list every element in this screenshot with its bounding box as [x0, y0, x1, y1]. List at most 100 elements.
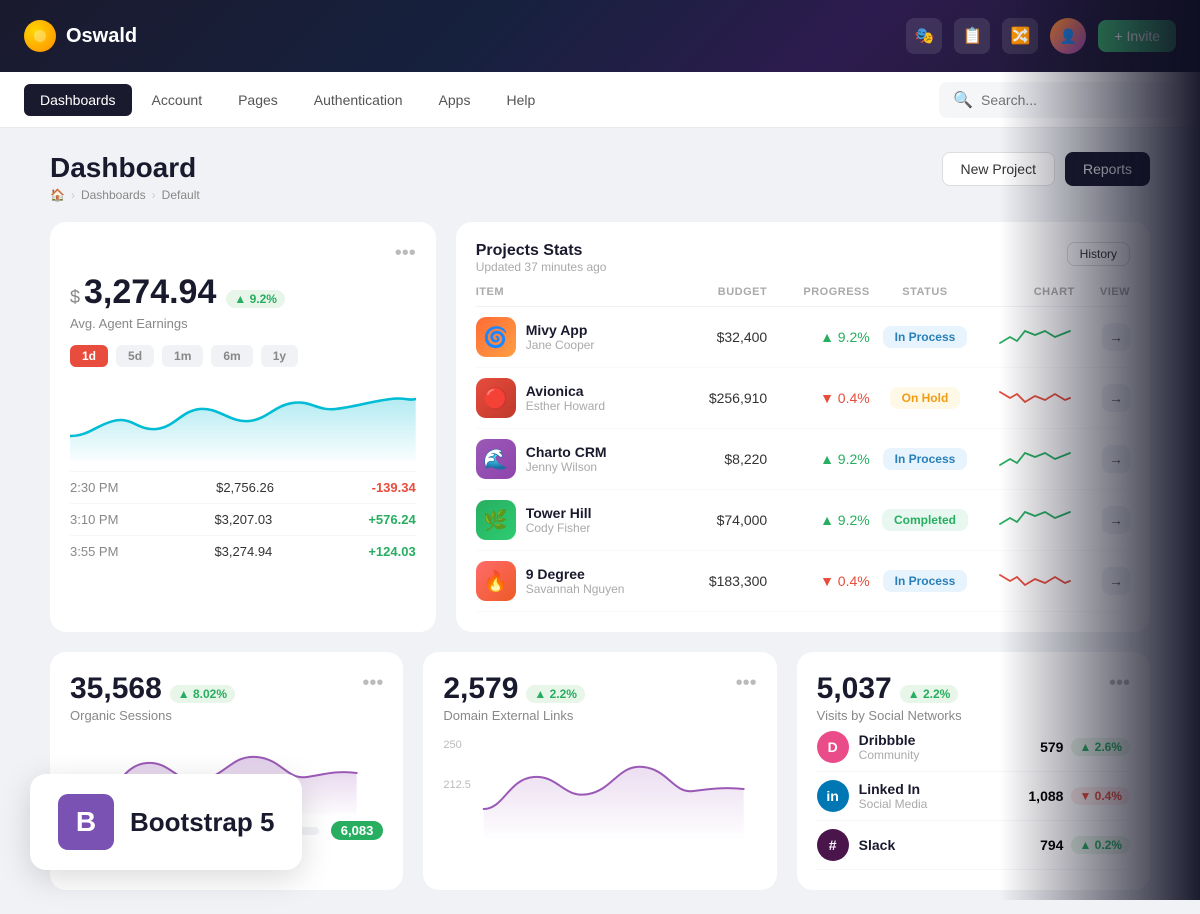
- reports-button[interactable]: Reports: [1065, 152, 1150, 186]
- earnings-badge: ▲ 9.2%: [226, 290, 285, 308]
- col-progress: PROGRESS: [775, 286, 870, 298]
- status-badge-9degree: In Process: [883, 570, 968, 592]
- dribbble-icon: D: [817, 731, 849, 763]
- earnings-menu-button[interactable]: •••: [395, 242, 416, 265]
- bootstrap5-label: Bootstrap 5: [130, 807, 274, 838]
- social-number: 5,037: [817, 672, 892, 706]
- organic-sessions-number: 35,568: [70, 672, 162, 706]
- mini-chart-9degree: [980, 567, 1075, 595]
- table-header: ITEM BUDGET PROGRESS STATUS CHART VIEW: [476, 278, 1130, 307]
- time-filter-1y[interactable]: 1y: [261, 345, 298, 367]
- linkedin-icon: in: [817, 780, 849, 812]
- col-chart: CHART: [980, 286, 1075, 298]
- nav-item-dashboards[interactable]: Dashboards: [24, 84, 132, 116]
- home-icon: 🏠: [50, 188, 65, 202]
- search-area: 🔍: [939, 82, 1176, 118]
- time-filter-5d[interactable]: 5d: [116, 345, 154, 367]
- logo-icon: [24, 20, 56, 52]
- social-row-dribbble: D Dribbble Community 579 ▲ 2.6%: [817, 723, 1130, 772]
- mini-chart-avionica: [980, 384, 1075, 412]
- project-icon-9degree: 🔥: [476, 561, 516, 601]
- nav-item-help[interactable]: Help: [490, 84, 551, 116]
- organic-sessions-badge: ▲ 8.02%: [170, 685, 235, 703]
- history-button[interactable]: History: [1067, 242, 1130, 266]
- col-item: ITEM: [476, 286, 665, 298]
- time-filter-6m[interactable]: 6m: [211, 345, 252, 367]
- search-input[interactable]: [981, 92, 1162, 108]
- mini-chart-mivy: [980, 323, 1075, 351]
- time-filter-1m[interactable]: 1m: [162, 345, 203, 367]
- top-header: Oswald 🎭 📋 🔀 👤 + Invite: [0, 0, 1200, 72]
- stat-row-1: 2:30 PM $2,756.26 -139.34: [70, 471, 416, 503]
- project-row: 🔥 9 Degree Savannah Nguyen $183,300 ▼ 0.…: [476, 551, 1130, 612]
- social-networks-card: 5,037 ▲ 2.2% Visits by Social Networks •…: [797, 652, 1150, 890]
- project-row: 🔴 Avionica Esther Howard $256,910 ▼ 0.4%…: [476, 368, 1130, 429]
- status-badge-charto: In Process: [883, 448, 968, 470]
- project-row: 🌊 Charto CRM Jenny Wilson $8,220 ▲ 9.2% …: [476, 429, 1130, 490]
- earnings-label: Avg. Agent Earnings: [70, 316, 416, 331]
- projects-stats-card: Projects Stats Updated 37 minutes ago Hi…: [456, 222, 1150, 632]
- new-project-button[interactable]: New Project: [942, 152, 1055, 186]
- projects-updated: Updated 37 minutes ago: [476, 260, 607, 274]
- share-icon-btn[interactable]: 🔀: [1002, 18, 1038, 54]
- breadcrumb-dashboards: Dashboards: [81, 188, 146, 202]
- project-row: 🌀 Mivy App Jane Cooper $32,400 ▲ 9.2% In…: [476, 307, 1130, 368]
- breadcrumb: 🏠 › Dashboards › Default: [50, 188, 200, 202]
- social-badge: ▲ 2.2%: [900, 685, 959, 703]
- status-badge-tower: Completed: [882, 509, 968, 531]
- view-btn-tower[interactable]: →: [1102, 506, 1130, 534]
- nav-item-account[interactable]: Account: [136, 84, 219, 116]
- page-header: Dashboard 🏠 › Dashboards › Default New P…: [50, 152, 1150, 202]
- domain-links-card: 2,579 ▲ 2.2% Domain External Links ••• 2…: [423, 652, 776, 890]
- avatar[interactable]: 👤: [1050, 18, 1086, 54]
- earnings-amount: 3,274.94: [84, 273, 216, 312]
- project-icon-mivy: 🌀: [476, 317, 516, 357]
- domain-links-chart: 250 212.5: [443, 739, 756, 839]
- domain-links-number: 2,579: [443, 672, 518, 706]
- view-btn-avionica[interactable]: →: [1102, 384, 1130, 412]
- project-icon-charto: 🌊: [476, 439, 516, 479]
- earnings-card: ••• $ 3,274.94 ▲ 9.2% Avg. Agent Earning…: [50, 222, 436, 632]
- col-budget: BUDGET: [673, 286, 768, 298]
- social-label: Visits by Social Networks: [817, 708, 962, 723]
- time-filters: 1d 5d 1m 6m 1y: [70, 345, 416, 367]
- nav-item-authentication[interactable]: Authentication: [298, 84, 419, 116]
- time-filter-1d[interactable]: 1d: [70, 345, 108, 367]
- clipboard-icon-btn[interactable]: 📋: [954, 18, 990, 54]
- domain-links-badge: ▲ 2.2%: [526, 685, 585, 703]
- organic-sessions-label: Organic Sessions: [70, 708, 235, 723]
- breadcrumb-default: Default: [162, 188, 200, 202]
- view-btn-9degree[interactable]: →: [1102, 567, 1130, 595]
- col-view: VIEW: [1083, 286, 1130, 298]
- header-actions: 🎭 📋 🔀 👤 + Invite: [906, 18, 1176, 54]
- projects-title: Projects Stats: [476, 242, 607, 260]
- stat-row-2: 3:10 PM $3,207.03 +576.24: [70, 503, 416, 535]
- mini-chart-tower: [980, 506, 1075, 534]
- col-status: STATUS: [878, 286, 973, 298]
- project-row: 🌿 Tower Hill Cody Fisher $74,000 ▲ 9.2% …: [476, 490, 1130, 551]
- earnings-chart: [70, 381, 416, 461]
- invite-button[interactable]: + Invite: [1098, 20, 1176, 52]
- theater-icon-btn[interactable]: 🎭: [906, 18, 942, 54]
- search-icon: 🔍: [953, 90, 973, 110]
- page-title-area: Dashboard 🏠 › Dashboards › Default: [50, 152, 200, 202]
- nav-bar: Dashboards Account Pages Authentication …: [0, 72, 1200, 128]
- logo-area: Oswald: [24, 20, 137, 52]
- bootstrap5-card: B Bootstrap 5: [30, 774, 302, 870]
- view-btn-mivy[interactable]: →: [1102, 323, 1130, 351]
- slack-icon: #: [817, 829, 849, 861]
- domain-links-menu[interactable]: •••: [736, 672, 757, 695]
- bootstrap5-icon: B: [58, 794, 114, 850]
- social-menu[interactable]: •••: [1109, 672, 1130, 695]
- view-btn-charto[interactable]: →: [1102, 445, 1130, 473]
- project-icon-tower: 🌿: [476, 500, 516, 540]
- social-row-linkedin: in Linked In Social Media 1,088 ▼ 0.4%: [817, 772, 1130, 821]
- organic-sessions-menu[interactable]: •••: [362, 672, 383, 695]
- domain-links-label: Domain External Links: [443, 708, 585, 723]
- page-actions: New Project Reports: [942, 152, 1151, 186]
- project-icon-avionica: 🔴: [476, 378, 516, 418]
- logo-text: Oswald: [66, 25, 137, 48]
- nav-item-pages[interactable]: Pages: [222, 84, 294, 116]
- nav-item-apps[interactable]: Apps: [423, 84, 487, 116]
- status-badge-mivy: In Process: [883, 326, 968, 348]
